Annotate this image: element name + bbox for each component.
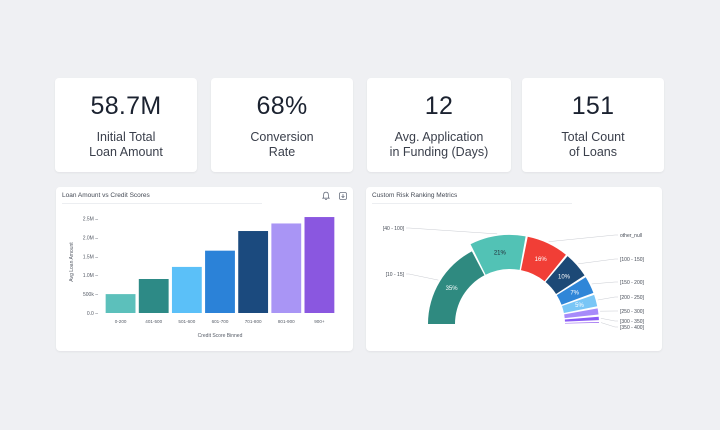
- y-tick-label: 1.5M –: [83, 254, 99, 260]
- kpi-value: 68%: [256, 92, 308, 120]
- slice-category-label: [150 - 200]: [620, 280, 645, 286]
- kpi-label: Avg. Application in Funding (Days): [389, 130, 489, 159]
- slice-category-label: [10 - 15]: [386, 272, 405, 278]
- risk-ranking-panel: Custom Risk Ranking Metrics 35% [10 - 15]…: [366, 187, 662, 351]
- leader-line: [600, 318, 618, 322]
- x-tick-label: 601-700: [212, 319, 229, 324]
- slice-value-label: 10%: [558, 274, 571, 280]
- x-tick-label: 701-800: [245, 319, 262, 324]
- bar: [304, 217, 335, 313]
- slice-value-label: 5%: [575, 303, 584, 309]
- x-tick-label: 900+: [314, 319, 325, 324]
- slice-value-label: 21%: [494, 251, 507, 257]
- kpi-label: Total Count of Loans: [561, 130, 625, 159]
- slice-category-label: [100 - 150]: [620, 257, 645, 263]
- bar-chart: 0.0 – 500k – 1.0M – 1.5M – 2.0M – 2.5M – Avg L…: [69, 217, 335, 339]
- slice-category-label: other_null: [620, 233, 642, 239]
- kpi-value: 151: [571, 92, 615, 120]
- kpi-value: 58.7M: [90, 92, 162, 120]
- x-tick-label: 801-900: [278, 319, 295, 324]
- slice-value-label: 16%: [535, 257, 548, 263]
- kpi-card-loan-count: 151 Total Count of Loans: [522, 78, 664, 172]
- y-tick-label: 1.0M –: [83, 273, 99, 279]
- slice-category-label: [200 - 250]: [620, 295, 645, 301]
- bar: [271, 223, 302, 313]
- x-tick-label: 501-600: [178, 319, 195, 324]
- leader-line: [406, 227, 498, 235]
- y-tick-label: 500k –: [83, 292, 98, 298]
- y-tick-label: 0.0 –: [87, 311, 98, 317]
- kpi-card-loan-amount: 58.7M Initial Total Loan Amount: [55, 78, 197, 172]
- x-axis-label: Credit Score Binned: [198, 333, 243, 339]
- leader-line: [600, 322, 618, 328]
- leader-line: [578, 258, 618, 265]
- leader-line: [597, 296, 618, 301]
- kpi-label: Conversion Rate: [250, 130, 314, 159]
- bar: [105, 294, 136, 313]
- slice-category-label: [250 - 300]: [620, 309, 645, 315]
- loan-vs-credit-panel: Loan Amount vs Credit Scores 0.0 –500k –…: [56, 187, 353, 351]
- leader-line: [406, 273, 439, 281]
- x-tick-label: 0-200: [115, 319, 127, 324]
- slice-value-label: 7%: [570, 290, 579, 296]
- kpi-card-conversion-rate: 68% Conversion Rate: [211, 78, 353, 172]
- kpi-label: Initial Total Loan Amount: [89, 130, 163, 159]
- donut-slice: [564, 322, 599, 324]
- bar: [205, 250, 235, 313]
- y-tick-label: 2.5M –: [83, 217, 99, 223]
- slice-category-label: [350 - 400]: [620, 325, 645, 331]
- leader-line: [548, 234, 618, 242]
- bar: [238, 231, 269, 313]
- kpi-card-avg-application: 12 Avg. Application in Funding (Days): [367, 78, 511, 172]
- slice-category-label: [40 - 100]: [383, 226, 405, 232]
- y-tick-label: 2.0M –: [83, 235, 99, 241]
- slice-value-label: 35%: [446, 286, 459, 292]
- bar: [171, 266, 202, 313]
- x-tick-label: 401-500: [145, 319, 162, 324]
- y-axis-label: Avg Loan Amount: [69, 242, 75, 282]
- kpi-value: 12: [424, 92, 454, 120]
- leader-line: [591, 281, 618, 285]
- bar: [138, 279, 169, 313]
- risk-donut-chart: 35% [10 - 15] 21% [40 - 100] 16% other_null 10…: [383, 226, 645, 331]
